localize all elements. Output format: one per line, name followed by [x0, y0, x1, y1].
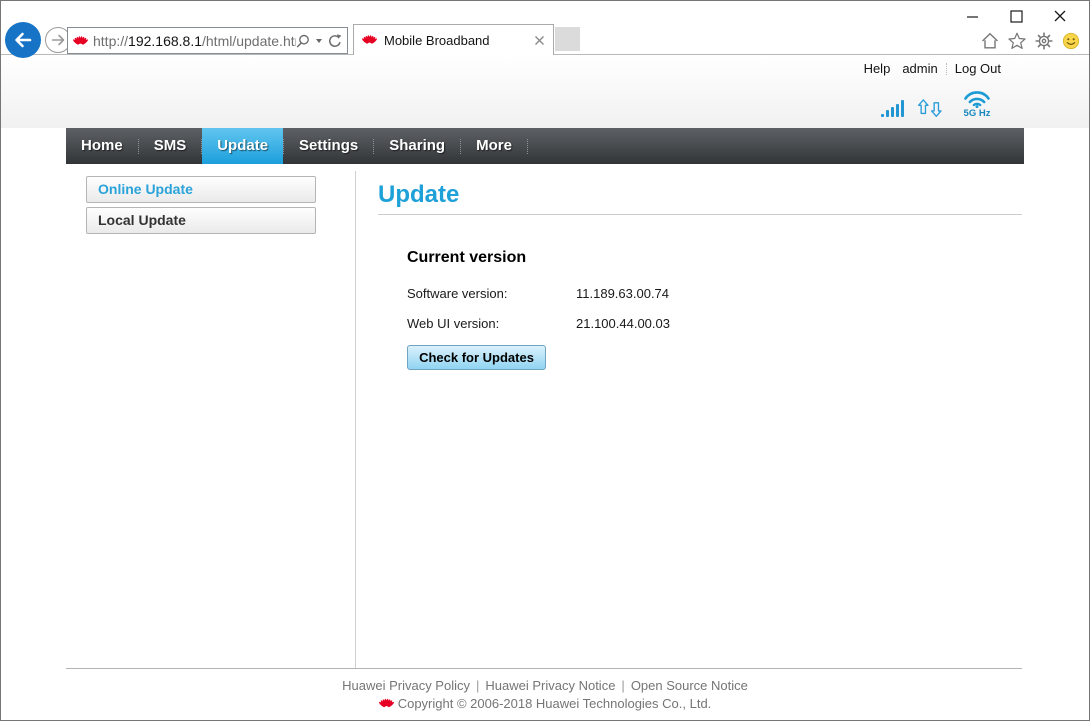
- browser-tab[interactable]: Mobile Broadband: [353, 24, 554, 55]
- footer-copyright-row: Copyright © 2006-2018 Huawei Technologie…: [1, 696, 1089, 711]
- favorites-star-icon[interactable]: [1007, 31, 1026, 50]
- address-bar[interactable]: http://192.168.8.1/html/update.html: [67, 27, 348, 54]
- privacy-notice-link[interactable]: Huawei Privacy Notice: [485, 678, 615, 693]
- maximize-icon[interactable]: [1009, 9, 1023, 23]
- nav-item-home[interactable]: Home: [66, 128, 138, 164]
- footer-separator: |: [615, 678, 630, 693]
- close-icon[interactable]: [1053, 9, 1067, 23]
- footer-divider: [66, 668, 1022, 669]
- nav-item-more[interactable]: More: [461, 128, 527, 164]
- settings-gear-icon[interactable]: [1034, 31, 1053, 50]
- help-link[interactable]: Help: [864, 61, 891, 76]
- feedback-smiley-icon[interactable]: [1061, 31, 1080, 50]
- software-version-value: 11.189.63.00.74: [576, 286, 669, 301]
- back-arrow-icon: [11, 28, 35, 52]
- back-button[interactable]: [5, 22, 41, 58]
- user-links-separator: [946, 63, 947, 75]
- nav-item-sharing[interactable]: Sharing: [374, 128, 460, 164]
- page-title: Update: [378, 181, 459, 209]
- upload-download-arrows-icon: [917, 99, 944, 119]
- nav-item-sms[interactable]: SMS: [139, 128, 202, 164]
- signal-strength-icon: [881, 101, 904, 119]
- page-header: Help admin Log Out: [1, 55, 1089, 128]
- nav-item-settings[interactable]: Settings: [284, 128, 373, 164]
- tab-close-icon[interactable]: [534, 35, 545, 46]
- privacy-policy-link[interactable]: Huawei Privacy Policy: [342, 678, 470, 693]
- address-dropdown-icon[interactable]: [316, 39, 322, 43]
- huawei-favicon: [73, 35, 88, 47]
- current-version-heading: Current version: [407, 249, 526, 267]
- minimize-icon[interactable]: [965, 9, 979, 23]
- window-controls: [965, 9, 1067, 23]
- page-content: Help admin Log Out: [1, 55, 1089, 720]
- tab-favicon-huawei: [362, 34, 377, 46]
- nav-separator: [527, 139, 528, 154]
- logout-link[interactable]: Log Out: [955, 61, 1001, 76]
- home-icon[interactable]: [980, 31, 999, 50]
- username-label: admin: [902, 61, 937, 76]
- new-tab-button[interactable]: [555, 27, 580, 51]
- refresh-icon[interactable]: [328, 34, 342, 48]
- url-text[interactable]: http://192.168.8.1/html/update.html: [93, 33, 296, 49]
- webui-version-value: 21.100.44.00.03: [576, 316, 670, 331]
- forward-arrow-icon: [50, 32, 66, 48]
- tab-title: Mobile Broadband: [384, 33, 534, 48]
- footer-links: Huawei Privacy Policy|Huawei Privacy Not…: [1, 678, 1089, 693]
- software-version-label: Software version:: [407, 286, 507, 301]
- nav-item-update[interactable]: Update: [202, 128, 283, 164]
- open-source-notice-link[interactable]: Open Source Notice: [631, 678, 748, 693]
- footer-huawei-logo: [379, 698, 394, 709]
- wifi-status-icon: 5G Hz: [957, 89, 997, 119]
- copyright-text: Copyright © 2006-2018 Huawei Technologie…: [398, 696, 712, 711]
- footer-separator: |: [470, 678, 485, 693]
- title-divider: [378, 214, 1022, 215]
- sidebar-item-local-update[interactable]: Local Update: [86, 207, 316, 234]
- sidebar-divider: [355, 171, 356, 668]
- sidebar-item-online-update[interactable]: Online Update: [86, 176, 316, 203]
- main-navigation: Home SMS Update Settings Sharing More: [66, 128, 1024, 164]
- webui-version-label: Web UI version:: [407, 316, 499, 331]
- browser-window: http://192.168.8.1/html/update.html: [0, 0, 1090, 721]
- search-icon[interactable]: [296, 34, 310, 48]
- wifi-band-label: 5G Hz: [964, 108, 991, 119]
- check-for-updates-button[interactable]: Check for Updates: [407, 345, 546, 370]
